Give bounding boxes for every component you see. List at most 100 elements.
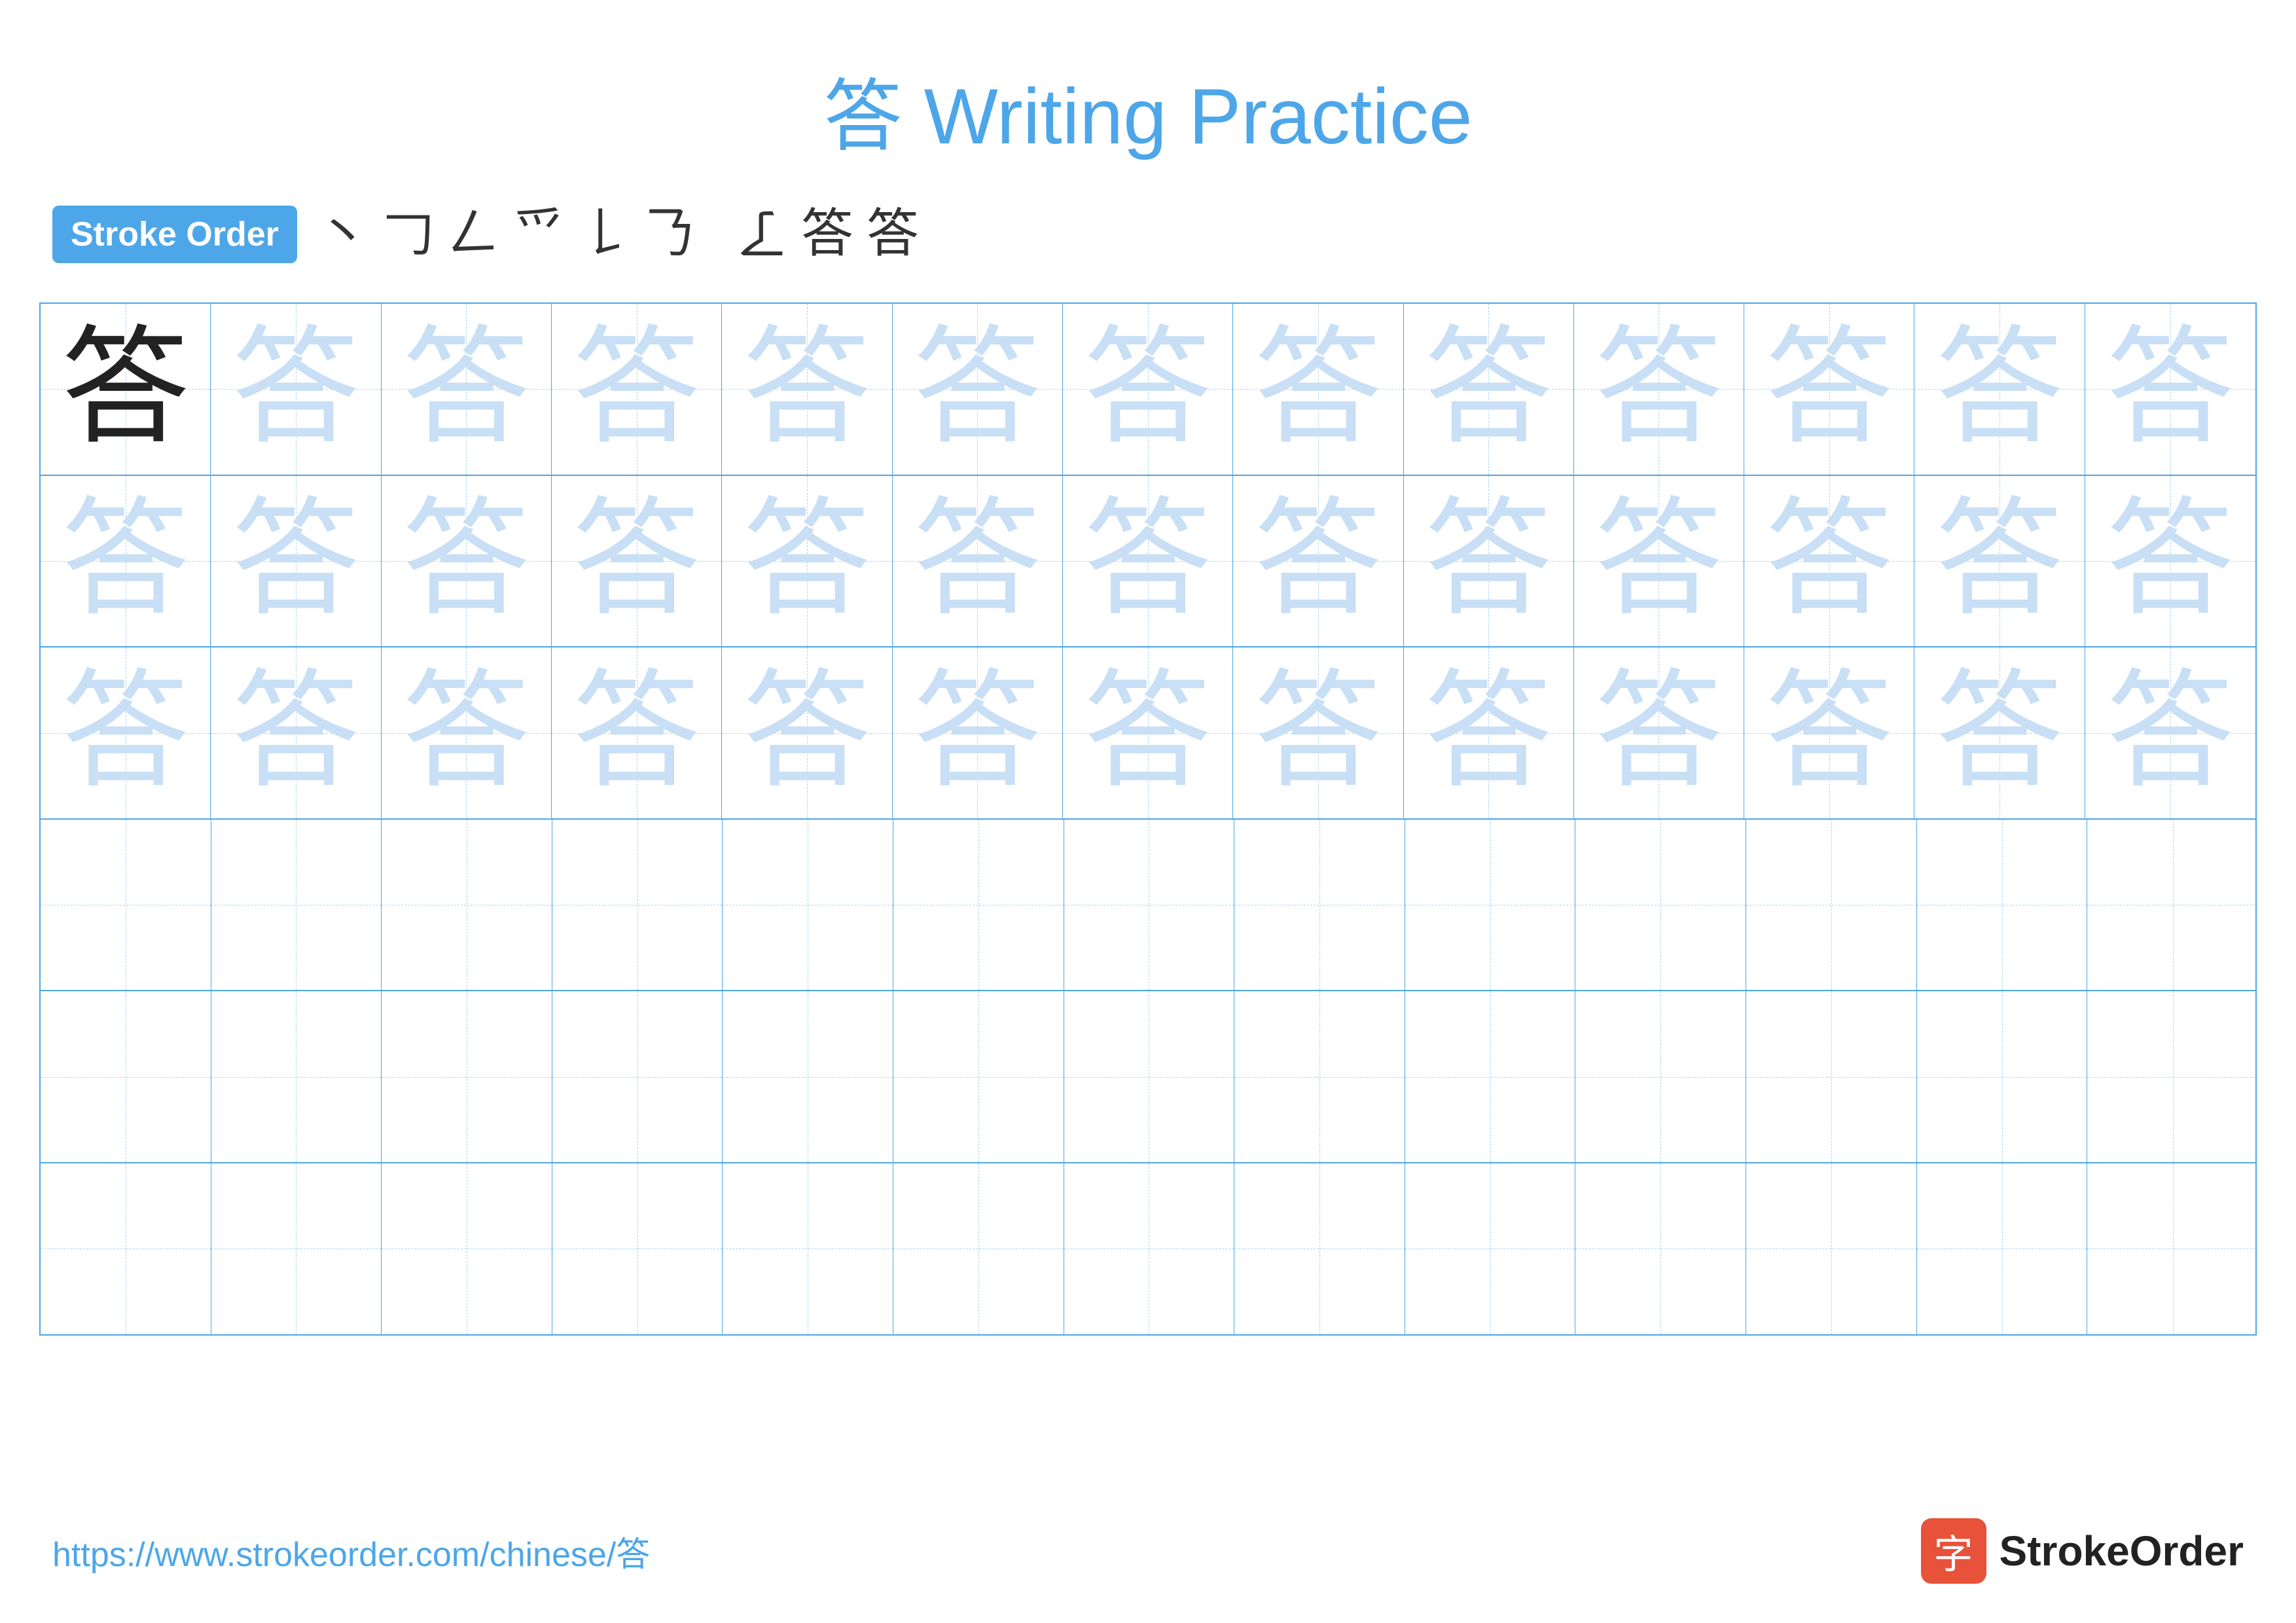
grid-cell-6-7[interactable] [1064,1163,1235,1334]
grid-row-4 [41,820,2255,992]
grid-cell-5-4[interactable] [552,991,723,1162]
brand-name: StrokeOrder [2000,1527,2244,1575]
grid-cell-3-5[interactable]: 答 [722,647,892,818]
grid-cell-5-8[interactable] [1234,991,1405,1162]
footer-brand: 字 StrokeOrder [1921,1518,2244,1584]
grid-cell-5-3[interactable] [382,991,552,1162]
grid-cell-1-4[interactable]: 答 [552,304,722,475]
grid-cell-6-3[interactable] [382,1163,552,1334]
grid-row-5 [41,991,2255,1163]
grid-cell-5-11[interactable] [1746,991,1917,1162]
grid-cell-2-5[interactable]: 答 [722,476,892,647]
grid-cell-3-7[interactable]: 答 [1063,647,1233,818]
grid-cell-5-6[interactable] [893,991,1064,1162]
grid-cell-1-5[interactable]: 答 [722,304,892,475]
grid-cell-5-7[interactable] [1064,991,1235,1162]
stroke-3: 𠃋 [448,208,500,261]
grid-cell-3-6[interactable]: 答 [893,647,1063,818]
stroke-9: 𠄏 [736,208,788,261]
grid-cell-2-8[interactable]: 答 [1233,476,1403,647]
grid-cell-2-13[interactable]: 答 [2085,476,2255,647]
grid-cell-6-4[interactable] [552,1163,723,1334]
grid-cell-2-12[interactable]: 答 [1914,476,2085,647]
grid-cell-4-2[interactable] [211,820,382,991]
grid-cell-6-8[interactable] [1234,1163,1405,1334]
grid-cell-2-10[interactable]: 答 [1574,476,1744,647]
grid-cell-4-8[interactable] [1234,820,1405,991]
grid-cell-1-9[interactable]: 答 [1404,304,1574,475]
grid-cell-1-7[interactable]: 答 [1063,304,1233,475]
writing-grid[interactable]: 答 答 答 答 答 答 答 答 答 答 答 答 答 答 答 答 答 答 答 答 … [39,302,2257,1336]
grid-cell-6-9[interactable] [1405,1163,1576,1334]
grid-cell-1-3[interactable]: 答 [382,304,552,475]
grid-row-2: 答 答 答 答 答 答 答 答 答 答 答 答 答 [41,476,2255,648]
grid-cell-2-2[interactable]: 答 [211,476,381,647]
grid-cell-4-5[interactable] [723,820,893,991]
grid-cell-2-7[interactable]: 答 [1063,476,1233,647]
grid-cell-4-12[interactable] [1917,820,2088,991]
grid-cell-3-11[interactable]: 答 [1744,647,1914,818]
grid-cell-1-1[interactable]: 答 [41,304,211,475]
grid-cell-6-5[interactable] [723,1163,893,1334]
page-title: 答 Writing Practice [0,0,2296,192]
stroke-2: 𠃌 [382,208,435,261]
stroke-5: 𠄌 [579,208,631,261]
grid-cell-3-4[interactable]: 答 [552,647,722,818]
stroke-11: 答 [867,208,919,261]
grid-cell-2-9[interactable]: 答 [1404,476,1574,647]
grid-cell-6-13[interactable] [2087,1163,2258,1334]
grid-cell-3-3[interactable]: 答 [382,647,552,818]
grid-cell-4-10[interactable] [1575,820,1746,991]
grid-cell-6-11[interactable] [1746,1163,1917,1334]
grid-cell-5-5[interactable] [723,991,893,1162]
grid-cell-2-6[interactable]: 答 [893,476,1063,647]
grid-cell-5-12[interactable] [1917,991,2088,1162]
brand-icon: 字 [1921,1518,1986,1584]
grid-cell-5-9[interactable] [1405,991,1576,1162]
grid-cell-3-13[interactable]: 答 [2085,647,2255,818]
stroke-order-section: Stroke Order 丶 𠃌 𠃋 ⺤ 𠄌 𠄎 𠄑 𠄐 𠄏 答 答 [0,192,2296,289]
grid-cell-4-13[interactable] [2087,820,2258,991]
grid-cell-2-1[interactable]: 答 [41,476,211,647]
grid-cell-5-13[interactable] [2087,991,2258,1162]
grid-cell-2-3[interactable]: 答 [382,476,552,647]
grid-cell-4-7[interactable] [1064,820,1235,991]
grid-cell-6-12[interactable] [1917,1163,2088,1334]
grid-cell-3-9[interactable]: 答 [1404,647,1574,818]
grid-cell-3-10[interactable]: 答 [1574,647,1744,818]
grid-cell-1-10[interactable]: 答 [1574,304,1744,475]
grid-cell-1-8[interactable]: 答 [1233,304,1403,475]
stroke-sequence: 丶 𠃌 𠃋 ⺤ 𠄌 𠄎 𠄑 𠄐 𠄏 答 答 [317,208,2244,261]
grid-cell-1-11[interactable]: 答 [1744,304,1914,475]
grid-cell-3-8[interactable]: 答 [1233,647,1403,818]
grid-cell-3-12[interactable]: 答 [1914,647,2085,818]
grid-cell-4-3[interactable] [382,820,552,991]
grid-cell-4-1[interactable] [41,820,211,991]
grid-cell-2-4[interactable]: 答 [552,476,722,647]
grid-cell-3-1[interactable]: 答 [41,647,211,818]
stroke-4: ⺤ [513,208,565,261]
grid-cell-6-1[interactable] [41,1163,211,1334]
grid-row-6 [41,1163,2255,1334]
grid-cell-1-12[interactable]: 答 [1914,304,2085,475]
stroke-1: 丶 [317,208,369,261]
practice-char-dark: 答 [62,325,189,453]
grid-cell-4-4[interactable] [552,820,723,991]
grid-cell-5-1[interactable] [41,991,211,1162]
grid-cell-6-10[interactable] [1575,1163,1746,1334]
grid-cell-4-6[interactable] [893,820,1064,991]
grid-cell-2-11[interactable]: 答 [1744,476,1914,647]
grid-cell-1-13[interactable]: 答 [2085,304,2255,475]
grid-cell-6-2[interactable] [211,1163,382,1334]
stroke-order-badge: Stroke Order [52,206,297,263]
grid-cell-3-2[interactable]: 答 [211,647,381,818]
stroke-10: 答 [801,208,853,261]
footer-url[interactable]: https://www.strokeorder.com/chinese/答 [52,1527,650,1576]
grid-cell-1-6[interactable]: 答 [893,304,1063,475]
grid-cell-1-2[interactable]: 答 [211,304,381,475]
grid-cell-6-6[interactable] [893,1163,1064,1334]
grid-cell-4-11[interactable] [1746,820,1917,991]
grid-cell-4-9[interactable] [1405,820,1576,991]
grid-cell-5-2[interactable] [211,991,382,1162]
grid-cell-5-10[interactable] [1575,991,1746,1162]
